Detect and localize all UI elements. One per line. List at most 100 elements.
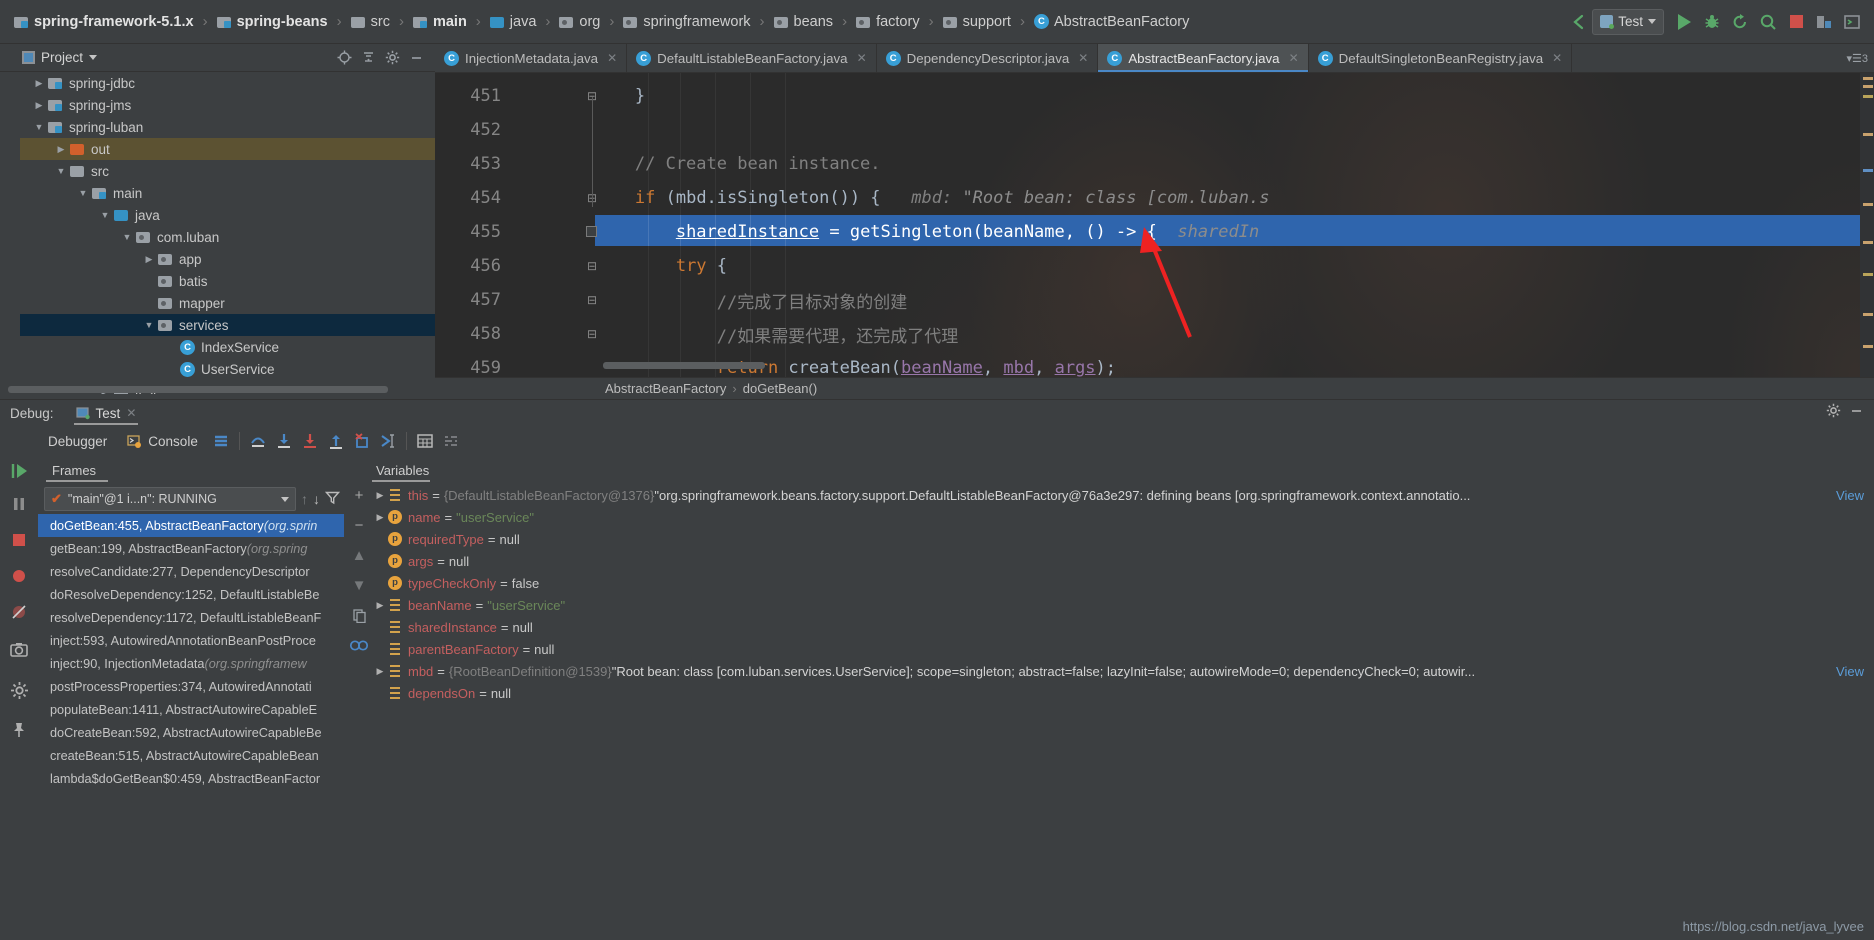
step-into-icon[interactable] — [271, 428, 297, 454]
chevron-down-icon[interactable]: ▼ — [32, 122, 46, 132]
frame-row[interactable]: doCreateBean:592, AbstractAutowireCapabl… — [38, 721, 344, 744]
thread-selector[interactable]: ✔ "main"@1 i...n": RUNNING — [44, 487, 296, 511]
editor-tab-injectionmetadata[interactable]: InjectionMetadata.java ✕ — [435, 44, 628, 72]
step-out-icon[interactable] — [323, 428, 349, 454]
frame-row[interactable]: createBean:515, AbstractAutowireCapableB… — [38, 744, 344, 767]
chevron-down-icon[interactable]: ▼ — [120, 232, 134, 242]
tree-item-spring-jdbc[interactable]: ▶ spring-jdbc — [0, 72, 435, 94]
tree-item-com-luban[interactable]: ▼ com.luban — [0, 226, 435, 248]
code-line[interactable]: 451 } — [435, 79, 1874, 113]
debug-minimize-icon[interactable] — [1849, 403, 1864, 423]
chevron-right-icon[interactable]: ▶ — [372, 490, 388, 501]
chevron-right-icon[interactable]: ▶ — [372, 666, 388, 677]
gutter-fold-area[interactable] — [515, 113, 553, 147]
run-to-cursor-icon[interactable] — [375, 428, 401, 454]
chevron-right-icon[interactable]: ▶ — [372, 600, 388, 611]
debug-session-tab[interactable]: Test ✕ — [73, 400, 139, 427]
tree-item-src[interactable]: ▼ src — [0, 160, 435, 182]
code-line[interactable]: 454 if (mbd.isSingleton()) { mbd: "Root … — [435, 181, 1874, 215]
tree-item-batis[interactable]: batis — [0, 270, 435, 292]
code-editor[interactable]: 451 } 452 453 // Create bean instance. 454 … — [435, 73, 1874, 377]
code-fold-icon[interactable]: ⊟ — [585, 293, 599, 307]
code-line[interactable]: 452 — [435, 113, 1874, 147]
breadcrumb-item-springframework[interactable]: springframework — [621, 8, 752, 36]
breadcrumb-item-java[interactable]: java — [488, 8, 539, 36]
breadcrumb-item-src[interactable]: src — [349, 8, 392, 36]
breadcrumb-item-spring-beans[interactable]: spring-beans — [215, 8, 330, 36]
editor-tab-defaultlistablebeanfactory[interactable]: DefaultListableBeanFactory.java ✕ — [627, 44, 877, 72]
force-step-into-icon[interactable] — [297, 428, 323, 454]
resume-program-icon[interactable] — [0, 456, 38, 486]
settings-icon[interactable] — [0, 670, 38, 710]
tree-item-mapper[interactable]: mapper — [0, 292, 435, 314]
run-icon[interactable] — [1670, 8, 1698, 36]
gutter-fold-area[interactable] — [515, 181, 553, 215]
frame-row[interactable]: getBean:199, AbstractBeanFactory (org.sp… — [38, 537, 344, 560]
editor-horizontal-scrollbar[interactable] — [603, 362, 765, 369]
tree-item-main[interactable]: ▼ main — [0, 182, 435, 204]
gutter-fold-area[interactable] — [515, 283, 553, 317]
tabs-overflow-icon[interactable]: ▾☰3 — [1840, 44, 1874, 72]
editor-tab-defaultsingletonbeanregistry[interactable]: DefaultSingletonBeanRegistry.java ✕ — [1309, 44, 1573, 72]
code-line[interactable]: 457 //完成了目标对象的创建 — [435, 283, 1874, 317]
collapse-all-icon[interactable] — [357, 47, 379, 69]
open-terminal-icon[interactable] — [1838, 8, 1866, 36]
breadcrumb-item-spring-framework-5-1-x[interactable]: spring-framework-5.1.x — [12, 8, 196, 36]
filter-frames-icon[interactable] — [324, 490, 341, 508]
frame-row[interactable]: resolveDependency:1172, DefaultListableB… — [38, 606, 344, 629]
tree-item-indexservice[interactable]: IndexService — [0, 336, 435, 358]
settings-list-icon[interactable] — [438, 428, 464, 454]
gutter-fold-area[interactable] — [515, 147, 553, 181]
tree-item-app[interactable]: ▶ app — [0, 248, 435, 270]
breadcrumb-item-beans[interactable]: beans — [772, 8, 836, 36]
tab-debugger[interactable]: Debugger — [38, 426, 117, 456]
code-line[interactable]: 455 sharedInstance = getSingleton(beanNa… — [435, 215, 1874, 249]
variable-row[interactable]: sharedInstance = null — [344, 616, 1874, 638]
tree-item-out[interactable]: ▶ out — [0, 138, 435, 160]
variable-row[interactable]: ▶ name="userService" — [344, 506, 1874, 528]
gutter-fold-area[interactable] — [515, 317, 553, 351]
tree-item-userservice[interactable]: UserService — [0, 358, 435, 380]
chevron-right-icon[interactable]: ▶ — [32, 100, 46, 111]
copy-value-icon[interactable] — [344, 600, 374, 630]
stop-icon[interactable] — [1782, 8, 1810, 36]
project-tree[interactable]: ▶ spring-jdbc ▶ spring-jms ▼ spring-luban ▶ out… — [0, 72, 435, 394]
variables-list[interactable]: ▶ this = {DefaultListableBeanFactory@1376} … — [344, 484, 1874, 704]
tab-console[interactable]: Console — [117, 426, 208, 456]
frames-list[interactable]: doGetBean:455, AbstractBeanFactory (org.… — [38, 514, 344, 790]
close-icon[interactable]: ✕ — [1289, 51, 1299, 65]
chevron-right-icon[interactable]: ▶ — [54, 144, 68, 155]
close-icon[interactable]: ✕ — [607, 51, 617, 65]
view-breakpoints-icon[interactable] — [0, 558, 38, 594]
variable-row[interactable]: args=null — [344, 550, 1874, 572]
chevron-down-icon[interactable]: ▼ — [142, 320, 156, 330]
chevron-down-icon[interactable]: ▼ — [98, 210, 112, 220]
back-icon[interactable] — [1564, 8, 1592, 36]
variable-row[interactable]: dependsOn = null — [344, 682, 1874, 704]
chevron-right-icon[interactable]: ▶ — [142, 254, 156, 265]
inspect-icon[interactable] — [344, 630, 374, 660]
close-icon[interactable]: ✕ — [126, 406, 136, 420]
tree-item-spring-luban[interactable]: ▼ spring-luban — [0, 116, 435, 138]
chevron-down-icon[interactable]: ▼ — [76, 188, 90, 198]
chevron-right-icon[interactable]: ▶ — [32, 78, 46, 89]
chevron-down-icon[interactable]: ▼ — [54, 166, 68, 176]
remove-watch-icon[interactable]: − — [344, 510, 374, 540]
tree-item-spring-jms[interactable]: ▶ spring-jms — [0, 94, 435, 116]
breadcrumb-item-org[interactable]: org — [557, 8, 602, 36]
camera-icon[interactable] — [0, 630, 38, 670]
frame-up-icon[interactable]: ↑ — [301, 491, 308, 507]
frame-row[interactable]: doResolveDependency:1252, DefaultListabl… — [38, 583, 344, 606]
step-over-icon[interactable] — [245, 428, 271, 454]
gutter-fold-area[interactable] — [515, 249, 553, 283]
locate-icon[interactable] — [333, 47, 355, 69]
debug-icon[interactable] — [1698, 8, 1726, 36]
close-icon[interactable]: ✕ — [1078, 51, 1088, 65]
evaluate-expression-icon[interactable] — [412, 428, 438, 454]
close-icon[interactable]: ✕ — [1552, 51, 1562, 65]
move-up-icon[interactable]: ▲ — [344, 540, 374, 570]
frames-panel[interactable]: Frames ✔ "main"@1 i...n": RUNNING ↑ ↓ do… — [38, 456, 344, 940]
project-tree-horizontal-scrollbar[interactable] — [8, 386, 388, 393]
frame-row[interactable]: inject:90, InjectionMetadata (org.spring… — [38, 652, 344, 675]
frame-row[interactable]: populateBean:1411, AbstractAutowireCapab… — [38, 698, 344, 721]
